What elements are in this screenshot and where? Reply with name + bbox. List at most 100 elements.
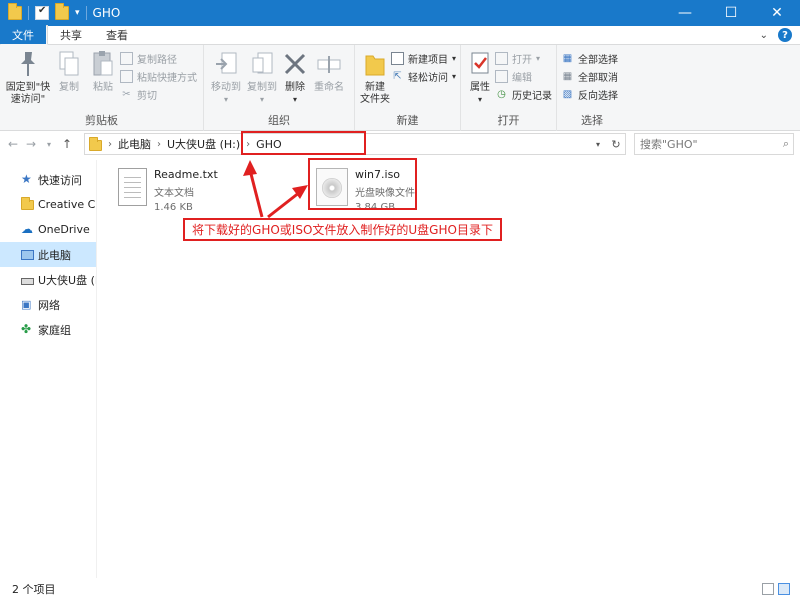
properties-icon[interactable]	[35, 5, 49, 20]
breadcrumb-highlight-box	[241, 131, 366, 155]
sidebar-item-quick-access[interactable]: ★ 快速访问	[0, 167, 96, 192]
easy-access-label: 轻松访问	[407, 73, 448, 84]
copy-to-chevron-icon: ▾	[259, 95, 264, 104]
pin-label: 固定到"快 速访问"	[5, 82, 51, 105]
help-icon[interactable]: ?	[778, 28, 792, 42]
tab-file[interactable]: 文件	[0, 25, 46, 44]
star-icon: ★	[21, 172, 32, 186]
select-none-icon: ▦	[562, 71, 573, 82]
paste-shortcut-button[interactable]: 粘贴快捷方式	[120, 69, 197, 84]
ribbon-group-clipboard: 固定到"快 速访问" 复制 粘贴 复制路径 粘贴快捷方式 ✂ 剪切 剪贴板	[0, 45, 204, 131]
properties-label: 属性	[470, 82, 490, 93]
tab-view[interactable]: 查看	[94, 25, 140, 44]
new-item-icon	[390, 52, 404, 65]
file-highlight-box	[308, 158, 417, 210]
sidebar-item-network[interactable]: ▣ 网络	[0, 292, 96, 317]
search-box[interactable]: 搜索"GHO" ⌕	[634, 133, 794, 155]
chevron-right-icon: ›	[157, 138, 161, 150]
search-icon[interactable]: ⌕	[783, 137, 789, 151]
title-bar: ▾ GHO — ☐ ✕	[0, 0, 800, 26]
recent-locations-chevron-icon[interactable]: ▾	[40, 140, 58, 149]
navigation-pane: ★ 快速访问 Creative Clou ☁ OneDrive 此电脑 U大侠U…	[0, 160, 97, 578]
file-type: 文本文档	[154, 188, 194, 199]
paste-shortcut-icon	[120, 70, 133, 83]
address-history-chevron-icon[interactable]: ▾	[589, 140, 607, 149]
ribbon-tabs-right: ⌄ ?	[760, 28, 792, 42]
back-arrow-icon[interactable]: ←	[4, 137, 22, 151]
cut-button[interactable]: ✂ 剪切	[120, 87, 197, 102]
up-arrow-icon[interactable]: ↑	[58, 137, 76, 151]
clipboard-group-label: 剪贴板	[85, 114, 118, 127]
cut-label: 剪切	[137, 91, 157, 102]
properties-chevron-icon: ▾	[477, 95, 482, 104]
sidebar-item-homegroup[interactable]: ✤ 家庭组	[0, 317, 96, 342]
sidebar-item-label: U大侠U盘 (H:	[38, 273, 96, 287]
folder-icon	[89, 137, 102, 151]
minimize-button[interactable]: —	[662, 0, 708, 26]
rename-label: 重命名	[314, 82, 344, 93]
edit-button[interactable]: 编辑	[495, 69, 552, 84]
easy-access-chevron-icon: ▾	[451, 72, 456, 81]
sidebar-item-creative-cloud[interactable]: Creative Clou	[0, 192, 96, 217]
file-size: 1.46 KB	[154, 202, 193, 213]
tab-share[interactable]: 共享	[48, 25, 94, 44]
creative-cloud-icon	[21, 196, 34, 210]
move-to-icon	[212, 49, 240, 79]
view-buttons	[762, 583, 790, 595]
select-all-button[interactable]: ▦ 全部选择	[561, 51, 618, 66]
move-to-label: 移动到	[211, 82, 241, 93]
copy-path-button[interactable]: 复制路径	[120, 51, 197, 66]
breadcrumb-usb-drive[interactable]: U大侠U盘 (H:)	[167, 136, 240, 152]
sidebar-item-usb-drive[interactable]: U大侠U盘 (H:	[0, 267, 96, 292]
open-chevron-icon: ▾	[536, 54, 541, 63]
select-none-button[interactable]: ▦ 全部取消	[561, 69, 618, 84]
delete-label: 删除	[285, 82, 305, 93]
invert-selection-button[interactable]: ▧ 反向选择	[561, 87, 618, 102]
customize-qat-chevron-icon[interactable]: ▾	[75, 8, 80, 18]
organize-group-label: 组织	[268, 114, 290, 127]
history-button[interactable]: ◷ 历史记录	[495, 87, 552, 102]
new-item-label: 新建项目	[407, 55, 448, 66]
maximize-button[interactable]: ☐	[708, 0, 754, 26]
select-group-label: 选择	[581, 114, 603, 127]
copy-path-icon	[120, 52, 133, 65]
sidebar-item-label: Creative Clou	[38, 198, 96, 211]
breadcrumb-this-pc[interactable]: 此电脑	[118, 136, 151, 152]
close-button[interactable]: ✕	[754, 0, 800, 26]
easy-access-icon: ⇱	[393, 71, 402, 82]
invert-selection-icon: ▧	[562, 89, 573, 100]
copy-icon	[55, 49, 83, 79]
ribbon-group-open: 属性 ▾ 打开 ▾ 编辑 ◷ 历史记录 打开	[461, 45, 557, 131]
sidebar-item-this-pc[interactable]: 此电脑	[0, 242, 96, 267]
ribbon: 固定到"快 速访问" 复制 粘贴 复制路径 粘贴快捷方式 ✂ 剪切 剪贴板 移动…	[0, 45, 800, 131]
forward-arrow-icon[interactable]: →	[22, 137, 40, 151]
details-view-icon[interactable]	[762, 583, 774, 595]
delete-x-icon	[281, 49, 309, 79]
new-item-button[interactable]: 新建项目 ▾	[390, 51, 456, 66]
network-icon: ▣	[21, 298, 32, 311]
paste-icon	[89, 49, 117, 79]
easy-access-button[interactable]: ⇱ 轻松访问 ▾	[391, 69, 456, 84]
paste-label: 粘贴	[93, 82, 113, 93]
invert-selection-label: 反向选择	[578, 91, 618, 102]
annotation-callout: 将下载好的GHO或ISO文件放入制作好的U盘GHO目录下	[183, 218, 502, 241]
select-all-label: 全部选择	[578, 55, 618, 66]
expand-ribbon-chevron-icon[interactable]: ⌄	[760, 30, 768, 41]
item-count: 2 个项目	[12, 583, 56, 596]
ribbon-group-new: 新建 文件夹 新建项目 ▾ ⇱ 轻松访问 ▾ 新建	[355, 45, 461, 131]
open-label: 打开	[512, 55, 532, 66]
history-label: 历史记录	[512, 91, 552, 102]
sidebar-item-label: 此电脑	[38, 248, 71, 262]
copy-path-label: 复制路径	[137, 55, 177, 66]
open-button[interactable]: 打开 ▾	[495, 51, 552, 66]
tiles-view-icon[interactable]	[778, 583, 790, 595]
quick-access-toolbar: ▾	[0, 3, 87, 20]
open-icon	[495, 52, 508, 65]
copy-to-icon	[248, 49, 276, 79]
new-folder-icon[interactable]	[55, 3, 69, 20]
copy-to-label: 复制到	[247, 82, 277, 93]
sidebar-item-onedrive[interactable]: ☁ OneDrive	[0, 217, 96, 242]
file-item-readme[interactable]: Readme.txt 文本文档 1.46 KB	[118, 168, 218, 213]
history-icon: ◷	[497, 89, 506, 100]
refresh-icon[interactable]: ↻	[607, 138, 625, 151]
